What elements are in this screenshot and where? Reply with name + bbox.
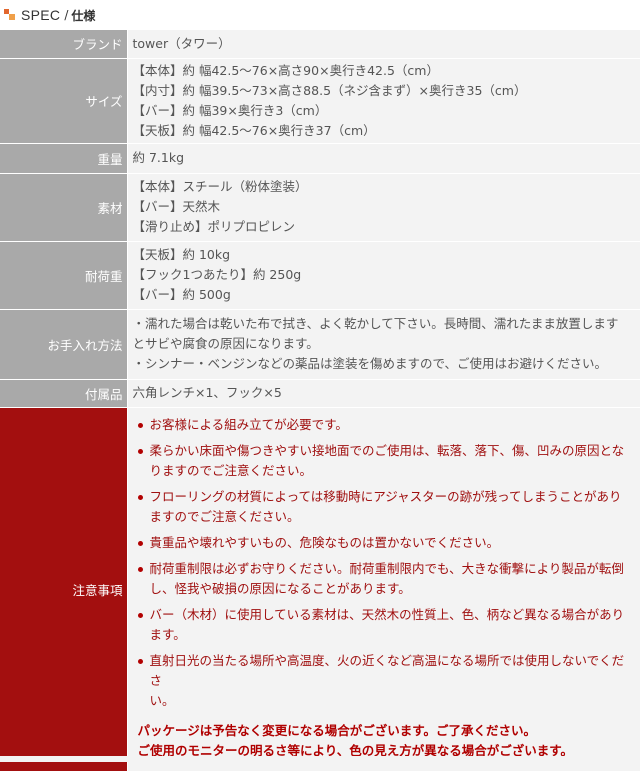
caution-line: りますのでご注意ください。 <box>149 462 313 478</box>
spec-table: ブランド tower（タワー） サイズ 【本体】約 幅42.5～76×高さ90×奥行き… <box>0 30 640 772</box>
spec-value-line: 【バー】約 500g <box>132 287 231 302</box>
spec-row-label: お手入れ方法 <box>0 309 128 380</box>
caution-item: お客様による組み立てが必要です。 <box>133 415 637 435</box>
caution-line: し、怪我や破損の原因になることがあります。 <box>149 580 411 596</box>
spec-value-line: 【本体】スチール（粉体塗装） <box>132 179 308 194</box>
caution-item: 貴重品や壊れやすいもの、危険なものは置かないでください。 <box>133 533 637 553</box>
spec-value-line: とサビや腐食の原因になります。 <box>132 336 319 351</box>
bottom-strip <box>0 756 640 762</box>
spec-value-line: 六角レンチ×1、フック×5 <box>132 385 282 400</box>
spec-value-line: 【本体】約 幅42.5～76×高さ90×奥行き42.5（cm） <box>132 62 439 78</box>
spec-row: ブランド tower（タワー） <box>0 30 640 59</box>
spec-row: 素材 【本体】スチール（粉体塗装） 【バー】天然木【滑り止め】ポリプロピレン <box>0 173 640 242</box>
spec-row: 重量約 7.1kg <box>0 143 640 174</box>
caution-item: 耐荷重制限は必ずお守りください。耐荷重制限内でも、大きな衝撃により製品が転倒 し、… <box>133 559 637 599</box>
spec-row: サイズ 【本体】約 幅42.5～76×高さ90×奥行き42.5（cm） 【内寸】約 … <box>0 58 640 144</box>
spec-row-value: 【本体】スチール（粉体塗装） 【バー】天然木【滑り止め】ポリプロピレン <box>127 173 640 242</box>
spec-row-label: 耐荷重 <box>0 241 128 310</box>
spec-row-value: ・濡れた場合は乾いた布で拭き、よく乾かして下さい。長時間、濡れたまま放置しますと… <box>127 309 640 380</box>
spec-row-value: 六角レンチ×1、フック×5 <box>127 379 640 408</box>
spec-row: 耐荷重 【天板】約 10kg 【フック1つあたり】約 250g 【バー】約 500g <box>0 241 640 310</box>
spec-row-label: サイズ <box>0 58 128 144</box>
caution-line: 直射日光の当たる場所や高温度、火の近くなど高温になる場所では使用しないでくださ <box>149 652 625 688</box>
caution-list: お客様による組み立てが必要です。柔らかい床面や傷つきやすい接地面でのご使用は、転… <box>133 415 637 711</box>
caution-item: フローリングの材質によっては移動時にアジャスターの跡が残ってしまうことがあり ます… <box>133 487 637 527</box>
red-bullet-icon <box>137 658 143 664</box>
spec-row-value: 【本体】約 幅42.5～76×高さ90×奥行き42.5（cm） 【内寸】約 幅39… <box>127 58 640 144</box>
spec-value-line: 【天板】約 10kg <box>132 247 231 262</box>
caution-item: 直射日光の当たる場所や高温度、火の近くなど高温になる場所では使用しないでください… <box>133 651 637 711</box>
spec-row: 付属品 六角レンチ×1、フック×5 <box>0 379 640 408</box>
spec-value-line: ・シンナー・ベンジンなどの薬品は塗装を傷めますので、ご使用はお避けください。 <box>132 356 608 371</box>
red-bullet-icon <box>137 566 143 572</box>
spec-row: お手入れ方法 ・濡れた場合は乾いた布で拭き、よく乾かして下さい。長時間、濡れたまま… <box>0 309 640 380</box>
caution-line: い。 <box>149 692 175 708</box>
spec-value-line: 【バー】約 幅39×奥行き3（cm） <box>132 102 328 118</box>
caution-line: フローリングの材質によっては移動時にアジャスターの跡が残ってしまうことがあり <box>149 488 622 504</box>
spec-title-en: SPEC <box>21 7 61 23</box>
spec-row-label: 素材 <box>0 173 128 242</box>
spec-row-label: 付属品 <box>0 379 128 408</box>
spec-row-label: 重量 <box>0 143 128 174</box>
red-bullet-icon <box>137 540 143 546</box>
red-bullet-icon <box>137 612 143 618</box>
spec-page: SPEC / 仕様 ブランド tower（タワー） サイズ 【本体】約 幅42.5～7… <box>0 0 640 772</box>
spec-value-line: 約 7.1kg <box>132 150 185 165</box>
red-bullet-icon <box>137 494 143 500</box>
title-separator: / <box>64 8 69 22</box>
spec-title-ja: 仕様 <box>71 8 96 23</box>
spec-row-label: ブランド <box>0 30 128 59</box>
spec-row-value: 【天板】約 10kg 【フック1つあたり】約 250g 【バー】約 500g <box>127 241 640 310</box>
spec-value-line: 【滑り止め】ポリプロピレン <box>132 219 296 234</box>
spec-value-line: 【バー】天然木 <box>132 199 221 214</box>
caution-line: ます。 <box>149 626 186 642</box>
caution-line: お客様による組み立てが必要です。 <box>149 416 348 432</box>
notes-label: 注意事項 <box>0 407 128 772</box>
caution-line: ますのでご注意ください。 <box>149 508 300 524</box>
spec-row-value: 約 7.1kg <box>127 143 640 174</box>
notice-text: パッケージは予告なく変更になる場合がございます。ご了承ください。 <box>137 722 537 738</box>
caution-line: 柔らかい床面や傷つきやすい接地面でのご使用は、転落、落下、傷、凹みの原因とな <box>149 442 625 458</box>
spec-value-line: 【フック1つあたり】約 250g <box>132 267 302 282</box>
caution-line: バー（木材）に使用している素材は、天然木の性質上、色、柄など異なる場合があり <box>149 606 625 622</box>
caution-item: バー（木材）に使用している素材は、天然木の性質上、色、柄など異なる場合があり ます… <box>133 605 637 645</box>
orange-square-bullet-icon <box>4 9 16 21</box>
spec-value-line: 【内寸】約 幅39.5～73×高さ88.5（ネジ含まず）×奥行き35（cm） <box>132 82 527 98</box>
red-bullet-icon <box>137 422 143 428</box>
notes-row: 注意事項 お客様による組み立てが必要です。 柔らかい床面や傷つきやすい接地面でのご使… <box>0 407 640 772</box>
spec-value-line: ・濡れた場合は乾いた布で拭き、よく乾かして下さい。長時間、濡れたまま放置します <box>132 316 619 331</box>
spec-value-line: tower（タワー） <box>132 35 231 51</box>
notes-value: お客様による組み立てが必要です。柔らかい床面や傷つきやすい接地面でのご使用は、転… <box>127 407 640 772</box>
caution-line: 耐荷重制限は必ずお守りください。耐荷重制限内でも、大きな衝撃により製品が転倒 <box>149 560 624 576</box>
red-bullet-icon <box>137 448 143 454</box>
spec-row-value: tower（タワー） <box>127 30 640 59</box>
caution-item: 柔らかい床面や傷つきやすい接地面でのご使用は、転落、落下、傷、凹みの原因とな りま… <box>133 441 637 481</box>
caution-line: 貴重品や壊れやすいもの、危険なものは置かないでください。 <box>149 534 500 550</box>
spec-header: SPEC / 仕様 <box>0 0 640 30</box>
spec-table-body: ブランド tower（タワー） サイズ 【本体】約 幅42.5～76×高さ90×奥行き… <box>0 30 640 772</box>
spec-value-line: 【天板】約 幅42.5～76×奥行き37（cm） <box>132 122 376 138</box>
